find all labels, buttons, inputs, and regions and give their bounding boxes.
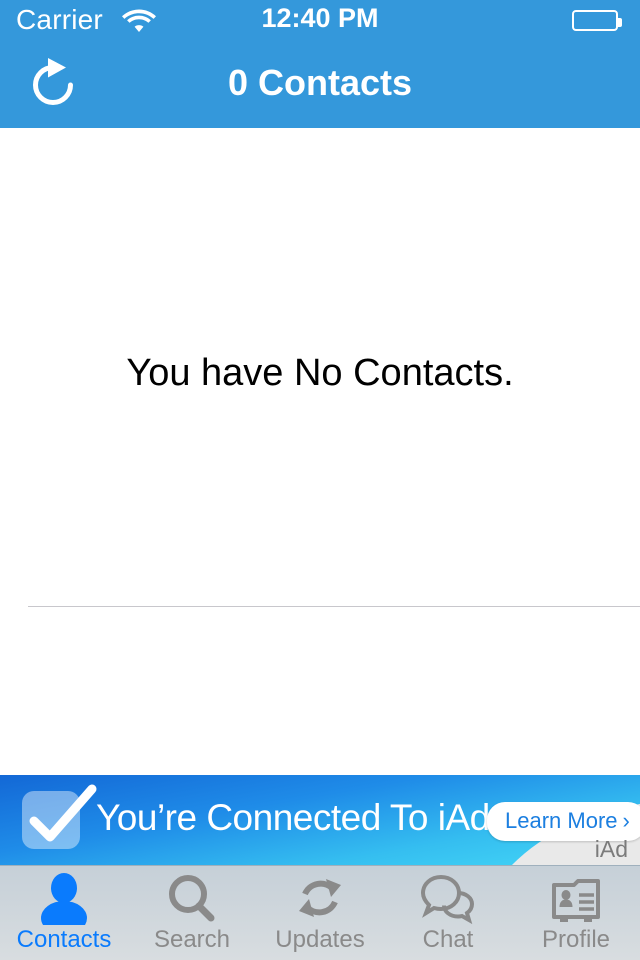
tab-label-chat: Chat — [422, 926, 474, 953]
empty-state-message: You have No Contacts. — [126, 352, 514, 394]
navigation-bar: 0 Contacts — [0, 40, 640, 128]
learn-more-label: Learn More — [505, 808, 618, 833]
chevron-right-icon: › — [622, 808, 630, 833]
page-title: 0 Contacts — [227, 62, 413, 103]
magnifier-icon — [165, 873, 219, 925]
tab-chat[interactable]: Chat — [384, 866, 512, 960]
app-screen: Carrier 12:40 PM 0 Contacts You have No … — [0, 0, 640, 960]
tab-contacts[interactable]: Contacts — [0, 866, 128, 960]
tab-bar: Contacts Search Updates Chat Profile — [0, 865, 640, 960]
list-separator — [28, 606, 640, 607]
contacts-list-area: You have No Contacts. — [0, 128, 640, 775]
person-icon — [36, 873, 92, 925]
tab-search[interactable]: Search — [128, 866, 256, 960]
tab-label-updates: Updates — [275, 926, 365, 953]
tab-label-search: Search — [153, 926, 231, 953]
tab-label-contacts: Contacts — [16, 926, 112, 953]
checkmark-square-icon — [22, 784, 97, 849]
sync-arrows-icon — [293, 873, 347, 925]
iad-network-label: iAd — [594, 836, 628, 862]
iad-message: You’re Connected To iAd — [96, 797, 490, 838]
status-bar: Carrier 12:40 PM — [0, 0, 640, 40]
tab-label-profile: Profile — [541, 926, 611, 953]
status-time: 12:40 PM — [261, 3, 379, 33]
speech-bubbles-icon — [420, 873, 476, 925]
battery-icon — [572, 10, 622, 31]
iad-banner[interactable]: You’re Connected To iAd Learn More › iAd — [0, 775, 640, 865]
tab-updates[interactable]: Updates — [256, 866, 384, 960]
tab-profile[interactable]: Profile — [512, 866, 640, 960]
contact-card-icon — [549, 873, 603, 925]
